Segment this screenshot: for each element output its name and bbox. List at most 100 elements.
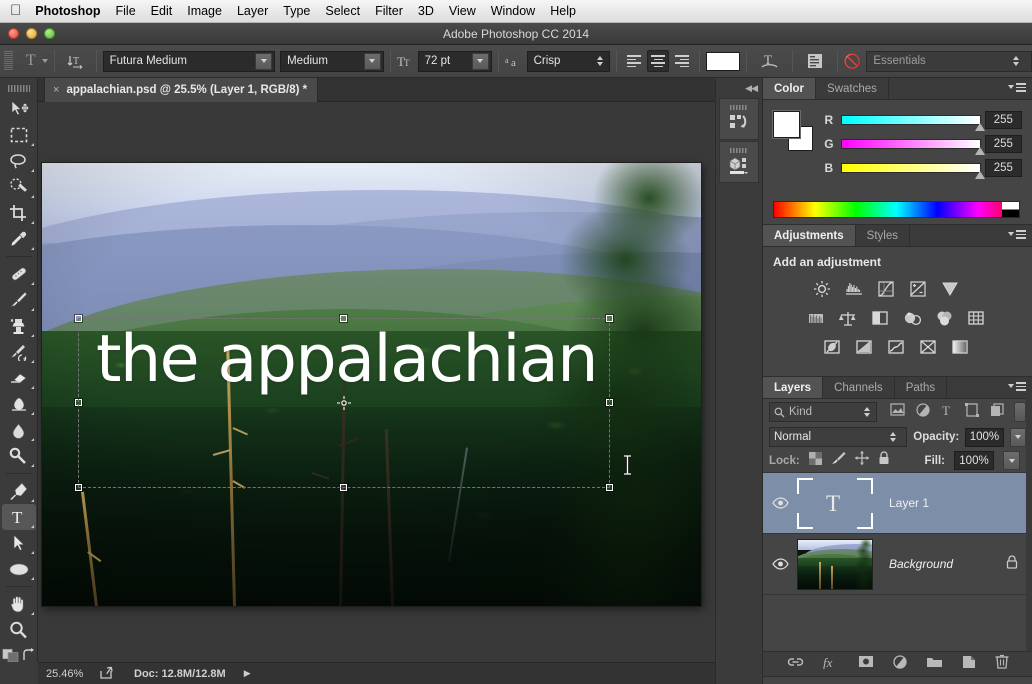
menu-item-file[interactable]: File xyxy=(116,4,136,18)
foreground-color-swatch[interactable] xyxy=(773,111,800,138)
channel-slider-g[interactable] xyxy=(841,139,981,149)
link-layers-icon[interactable] xyxy=(787,655,804,673)
new-adjustment-layer-icon[interactable] xyxy=(893,655,907,674)
spot-healing-brush-tool[interactable] xyxy=(2,261,36,287)
zoom-tool[interactable] xyxy=(2,617,36,643)
blend-mode-stepper-icon[interactable] xyxy=(890,432,896,442)
status-expand-icon[interactable]: ▶ xyxy=(244,668,251,679)
menu-item-help[interactable]: Help xyxy=(550,4,576,18)
collapse-panels-icon[interactable]: ◀◀ xyxy=(745,83,757,94)
minimize-window-button[interactable] xyxy=(26,28,37,39)
channel-mixer-icon[interactable] xyxy=(933,308,955,328)
type-tool-preset-icon[interactable]: T xyxy=(24,52,38,70)
tab-layers[interactable]: Layers xyxy=(763,377,823,398)
font-style-field[interactable]: Medium xyxy=(280,51,384,72)
canvas-workspace[interactable]: the appalachian xyxy=(38,102,715,662)
shape-layers-filter-icon[interactable] xyxy=(965,403,979,422)
warp-text-icon[interactable]: T xyxy=(761,52,778,70)
toggle-filtering-button[interactable] xyxy=(1014,402,1026,422)
layer-row-background[interactable]: Background xyxy=(763,534,1032,595)
photo-filter-icon[interactable] xyxy=(901,308,923,328)
channel-value-g[interactable]: 255 xyxy=(985,135,1022,153)
workspace-selector[interactable]: Essentials xyxy=(866,51,1032,72)
headline-text-layer[interactable]: the appalachian xyxy=(96,327,597,392)
clone-stamp-tool[interactable] xyxy=(2,313,36,339)
menu-item-layer[interactable]: Layer xyxy=(237,4,268,18)
blur-tool[interactable] xyxy=(2,417,36,443)
threshold-icon[interactable] xyxy=(885,337,907,357)
layers-panel-menu-icon[interactable] xyxy=(1008,382,1026,391)
posterize-icon[interactable] xyxy=(853,337,875,357)
levels-icon[interactable] xyxy=(843,279,865,299)
quick-selection-tool[interactable] xyxy=(2,174,36,200)
layer-thumbnail-background[interactable] xyxy=(797,539,873,590)
toggle-text-orientation-icon[interactable]: T xyxy=(67,53,84,70)
layer-filter-kind-select[interactable]: Kind xyxy=(769,402,877,422)
ellipse-shape-tool[interactable] xyxy=(2,556,36,582)
anti-aliasing-stepper-icon[interactable] xyxy=(597,56,603,66)
lock-all-icon[interactable] xyxy=(878,451,890,470)
fill-value[interactable]: 100% xyxy=(954,451,994,470)
color-lookup-icon[interactable] xyxy=(965,308,987,328)
move-tool[interactable] xyxy=(2,96,36,122)
menu-item-filter[interactable]: Filter xyxy=(375,4,403,18)
vibrance-icon[interactable] xyxy=(939,279,961,299)
add-layer-mask-icon[interactable] xyxy=(858,655,874,673)
lock-position-icon[interactable] xyxy=(855,451,869,470)
menu-item-photoshop[interactable]: Photoshop xyxy=(35,4,100,18)
black-white-icon[interactable] xyxy=(869,308,891,328)
menu-item-view[interactable]: View xyxy=(449,4,476,18)
pixel-layers-filter-icon[interactable] xyxy=(890,403,905,421)
smart-object-filter-icon[interactable] xyxy=(990,403,1004,422)
zoom-window-button[interactable] xyxy=(44,28,55,39)
toolbar-grip[interactable] xyxy=(8,85,30,92)
layer-visibility-eye-icon[interactable] xyxy=(763,558,797,570)
layer-row-layer-1[interactable]: T Layer 1 xyxy=(763,473,1032,534)
tool-preset-chevron-down-icon[interactable] xyxy=(42,59,48,63)
tab-adjustments[interactable]: Adjustments xyxy=(763,225,856,246)
3d-panel-icon[interactable] xyxy=(719,141,759,183)
eyedropper-tool[interactable] xyxy=(2,226,36,252)
font-style-chevron-down-icon[interactable] xyxy=(364,53,381,70)
close-window-button[interactable] xyxy=(8,28,19,39)
color-balance-icon[interactable] xyxy=(837,308,859,328)
brightness-contrast-icon[interactable] xyxy=(811,279,833,299)
eraser-tool[interactable] xyxy=(2,365,36,391)
exposure-icon[interactable] xyxy=(907,279,929,299)
layer-style-fx-icon[interactable]: fx xyxy=(823,655,839,674)
hand-tool[interactable] xyxy=(2,591,36,617)
apple-logo-icon[interactable]:  xyxy=(10,3,21,18)
lasso-tool[interactable] xyxy=(2,148,36,174)
adjustment-layers-filter-icon[interactable] xyxy=(916,403,930,422)
align-right-button[interactable] xyxy=(671,50,693,72)
menu-item-3d[interactable]: 3D xyxy=(418,4,434,18)
menu-item-window[interactable]: Window xyxy=(491,4,535,18)
menu-item-image[interactable]: Image xyxy=(187,4,222,18)
document-canvas[interactable]: the appalachian xyxy=(42,163,701,606)
channel-slider-thumb-b[interactable] xyxy=(975,171,985,179)
layer-name-layer-1[interactable]: Layer 1 xyxy=(889,496,929,510)
channel-value-b[interactable]: 255 xyxy=(985,159,1022,177)
channel-slider-thumb-g[interactable] xyxy=(975,147,985,155)
gradient-tool[interactable] xyxy=(2,391,36,417)
tab-channels[interactable]: Channels xyxy=(823,377,895,398)
channel-slider-thumb-r[interactable] xyxy=(975,123,985,131)
align-left-button[interactable] xyxy=(623,50,645,72)
fill-chevron-down-icon[interactable] xyxy=(1003,451,1020,470)
font-size-field[interactable]: 72 pt xyxy=(418,51,492,72)
new-layer-icon[interactable] xyxy=(962,655,976,674)
color-panel-swatches[interactable] xyxy=(773,111,813,151)
white-black-swatch[interactable] xyxy=(1002,202,1019,217)
selective-color-icon[interactable] xyxy=(917,337,939,357)
layer-name-background[interactable]: Background xyxy=(889,557,953,571)
rectangular-marquee-tool[interactable] xyxy=(2,122,36,148)
options-bar-grip[interactable] xyxy=(4,51,13,71)
history-brush-tool[interactable] xyxy=(2,339,36,365)
layer-thumbnail-text[interactable]: T xyxy=(797,478,873,529)
font-size-chevron-down-icon[interactable] xyxy=(472,53,489,70)
menu-item-edit[interactable]: Edit xyxy=(151,4,173,18)
crop-tool[interactable] xyxy=(2,200,36,226)
align-center-button[interactable] xyxy=(647,50,669,72)
history-panel-icon[interactable] xyxy=(719,98,759,140)
dodge-tool[interactable] xyxy=(2,443,36,469)
